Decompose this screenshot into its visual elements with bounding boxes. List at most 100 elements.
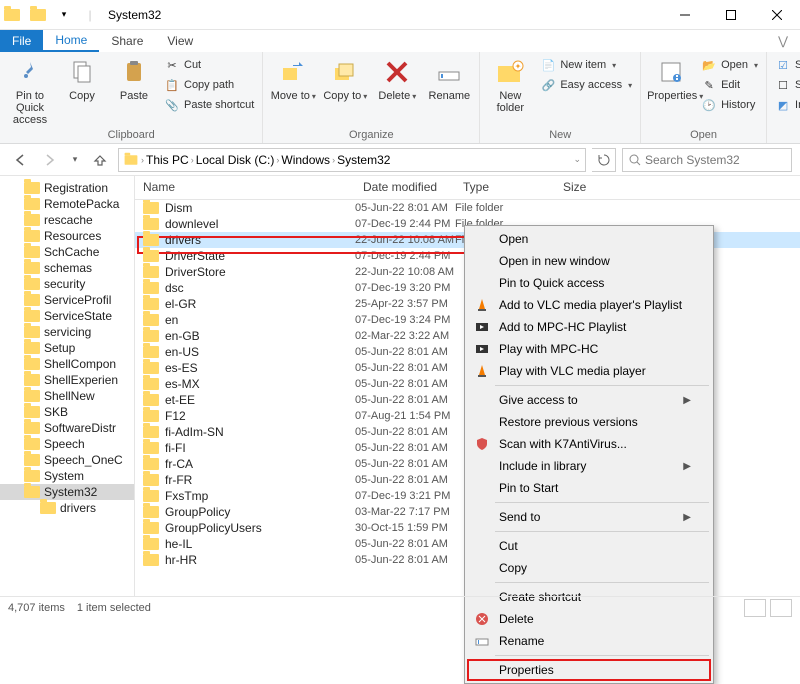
pin-quick-access-button[interactable]: Pin to Quick access [6,54,54,126]
nav-item-shellexperien[interactable]: ShellExperien [0,372,134,388]
nav-item-drivers[interactable]: drivers [0,500,134,516]
refresh-button[interactable] [592,148,616,172]
move-to-button[interactable]: Move to▾ [269,54,317,102]
nav-item-speech[interactable]: Speech [0,436,134,452]
nav-item-rescache[interactable]: rescache [0,212,134,228]
folder-icon [24,294,40,306]
ctx-include-in-library[interactable]: Include in library▶ [467,455,711,477]
ctx-properties[interactable]: Properties [467,659,711,681]
copy-button[interactable]: Copy [58,54,106,102]
nav-item-setup[interactable]: Setup [0,340,134,356]
qat-dropdown[interactable]: ▾ [52,4,76,26]
crumb-disk-c[interactable]: Local Disk (C:) [196,153,275,167]
ctx-copy[interactable]: Copy [467,557,711,579]
nav-item-schcache[interactable]: SchCache [0,244,134,260]
select-none-button[interactable]: ☐Select none [773,76,800,94]
col-size[interactable]: Size [555,176,800,199]
ctx-open[interactable]: Open [467,228,711,250]
nav-item-servicing[interactable]: servicing [0,324,134,340]
ribbon: Pin to Quick access Copy Paste ✂Cut 📋Cop… [0,52,800,144]
col-type[interactable]: Type [455,176,555,199]
ctx-rename[interactable]: Rename [467,630,711,652]
qat-folder-icon[interactable] [26,4,50,26]
search-input[interactable]: Search System32 [622,148,792,172]
nav-item-remotepacka[interactable]: RemotePacka [0,196,134,212]
close-button[interactable] [754,0,800,30]
folder-icon [143,522,159,534]
crumb-windows[interactable]: Windows [281,153,330,167]
ctx-play-with-mpc-hc[interactable]: Play with MPC-HC [467,338,711,360]
forward-button[interactable] [38,148,62,172]
file-date: 07-Dec-19 3:21 PM [355,490,455,502]
ctx-cut[interactable]: Cut [467,535,711,557]
tab-file[interactable]: File [0,30,43,52]
col-name[interactable]: Name [135,176,355,199]
nav-item-security[interactable]: security [0,276,134,292]
recent-dropdown[interactable]: ▾ [68,148,82,172]
tab-home[interactable]: Home [43,30,99,52]
ctx-restore-previous-versions[interactable]: Restore previous versions [467,411,711,433]
col-date[interactable]: Date modified [355,176,455,199]
address-bar[interactable]: › This PC› Local Disk (C:)› Windows› Sys… [118,148,586,172]
new-folder-button[interactable]: ✦ New folder [486,54,534,114]
paste-button[interactable]: Paste [110,54,158,102]
maximize-button[interactable] [708,0,754,30]
pin-label: Pin to Quick access [13,90,47,126]
easy-access-button[interactable]: 🔗Easy access▾ [538,76,634,94]
column-headers[interactable]: Name Date modified Type Size [135,176,800,200]
ctx-add-to-mpc-hc-playlist[interactable]: Add to MPC-HC Playlist [467,316,711,338]
nav-item-servicestate[interactable]: ServiceState [0,308,134,324]
nav-item-schemas[interactable]: schemas [0,260,134,276]
ctx-send-to[interactable]: Send to▶ [467,506,711,528]
details-view-button[interactable] [744,599,766,617]
select-all-button[interactable]: ☑Select all [773,56,800,74]
delete-button[interactable]: Delete▾ [373,54,421,102]
crumb-this-pc[interactable]: This PC [146,153,189,167]
minimize-button[interactable] [662,0,708,30]
nav-item-speech_onec[interactable]: Speech_OneC [0,452,134,468]
invert-selection-button[interactable]: ◩Invert selection [773,96,800,114]
nav-item-resources[interactable]: Resources [0,228,134,244]
new-item-button[interactable]: 📄New item▾ [538,56,634,74]
paste-shortcut-button[interactable]: 📎Paste shortcut [162,96,256,114]
edit-button[interactable]: ✎Edit [699,76,760,94]
rename-button[interactable]: Rename [425,54,473,102]
address-dropdown[interactable]: ⌄ [573,154,581,165]
tab-view[interactable]: View [155,30,205,52]
ctx-give-access-to[interactable]: Give access to▶ [467,389,711,411]
crumb-system32[interactable]: System32 [337,153,390,167]
new-group-label: New [486,127,634,143]
nav-item-softwaredistr[interactable]: SoftwareDistr [0,420,134,436]
back-button[interactable] [8,148,32,172]
ctx-play-with-vlc-media-player[interactable]: Play with VLC media player [467,360,711,382]
nav-item-shellcompon[interactable]: ShellCompon [0,356,134,372]
folder-icon [24,358,40,370]
open-button[interactable]: 📂Open▾ [699,56,760,74]
ribbon-expand[interactable]: ⋁ [766,30,800,52]
nav-item-registration[interactable]: Registration [0,180,134,196]
quick-access-toolbar: ▾ | [0,4,102,26]
context-label: Cut [499,539,518,553]
properties-button[interactable]: Properties▾ [647,54,695,102]
nav-item-system32[interactable]: System32 [0,484,134,500]
cut-button[interactable]: ✂Cut [162,56,256,74]
nav-item-serviceprofil[interactable]: ServiceProfil [0,292,134,308]
nav-tree[interactable]: RegistrationRemotePackarescacheResources… [0,176,135,596]
ctx-add-to-vlc-media-player-s-playlist[interactable]: Add to VLC media player's Playlist [467,294,711,316]
nav-item-shellnew[interactable]: ShellNew [0,388,134,404]
up-button[interactable] [88,148,112,172]
copy-path-button[interactable]: 📋Copy path [162,76,256,94]
copy-to-button[interactable]: Copy to▾ [321,54,369,102]
ctx-open-in-new-window[interactable]: Open in new window [467,250,711,272]
folder-icon [143,490,159,502]
icons-view-button[interactable] [770,599,792,617]
history-button[interactable]: 🕑History [699,96,760,114]
ctx-pin-to-quick-access[interactable]: Pin to Quick access [467,272,711,294]
file-name: el-GR [165,297,196,311]
tab-share[interactable]: Share [99,30,155,52]
file-row[interactable]: Dism05-Jun-22 8:01 AMFile folder [135,200,800,216]
ctx-scan-with-k-antivirus-[interactable]: Scan with K7AntiVirus... [467,433,711,455]
nav-item-skb[interactable]: SKB [0,404,134,420]
nav-item-system[interactable]: System [0,468,134,484]
ctx-pin-to-start[interactable]: Pin to Start [467,477,711,499]
